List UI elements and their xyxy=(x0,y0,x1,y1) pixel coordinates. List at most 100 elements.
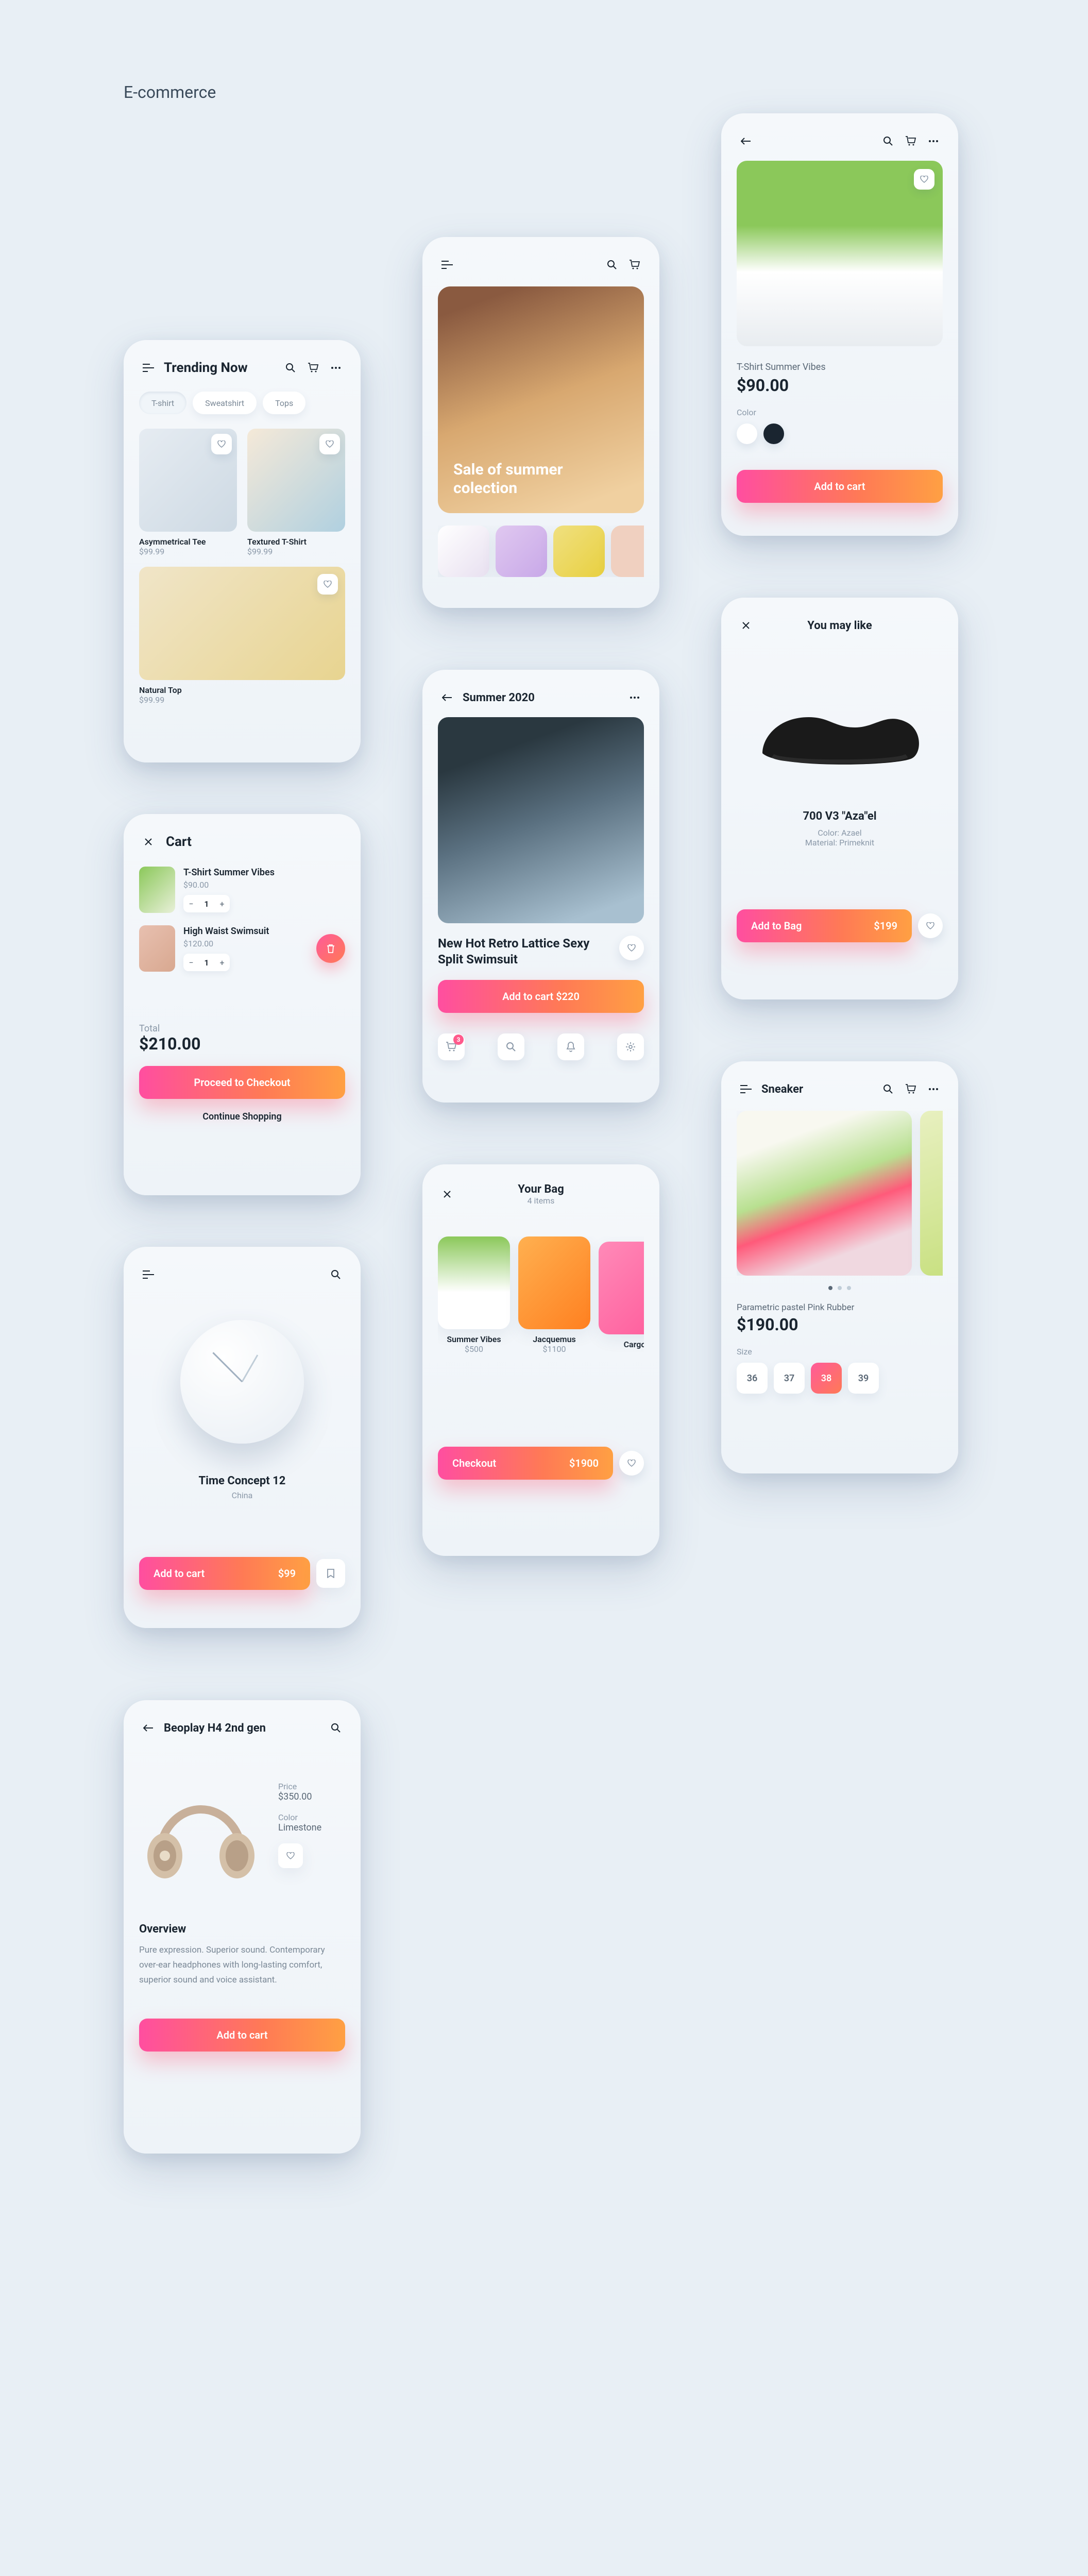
screen-trending: Trending Now T-shirt Sweatshirt Tops Asy… xyxy=(124,340,361,762)
screen-cart: Cart T-Shirt Summer Vibes $90.00 −1+ Hig… xyxy=(124,814,361,1195)
qty-plus[interactable]: + xyxy=(214,958,230,968)
item-thumb[interactable] xyxy=(139,925,175,972)
heart-button[interactable] xyxy=(619,1451,644,1476)
close-icon[interactable] xyxy=(737,616,755,635)
cart-icon[interactable] xyxy=(304,359,322,377)
nav-settings[interactable] xyxy=(617,1033,644,1060)
thumb-row xyxy=(438,526,644,577)
back-icon[interactable] xyxy=(438,688,456,707)
product-image[interactable] xyxy=(438,717,644,923)
checkout-button[interactable]: Checkout $1900 xyxy=(438,1447,613,1480)
nav-search[interactable] xyxy=(498,1033,524,1060)
thumb[interactable] xyxy=(438,526,489,577)
cart-icon[interactable] xyxy=(902,132,920,150)
heart-button[interactable] xyxy=(278,1843,303,1868)
nav-notifications[interactable] xyxy=(557,1033,584,1060)
more-icon[interactable] xyxy=(625,688,644,707)
add-to-cart-button[interactable]: Add to cart xyxy=(737,470,943,503)
close-icon[interactable] xyxy=(438,1185,456,1204)
hero-image[interactable]: Sale of summer colection xyxy=(438,286,644,513)
page-title: E-commerce xyxy=(124,82,216,102)
qty-stepper[interactable]: −1+ xyxy=(183,954,230,971)
item-name: Jacquemus xyxy=(518,1334,590,1344)
product-card[interactable]: Natural Top $99.99 xyxy=(139,567,345,705)
color-label: Color xyxy=(278,1812,345,1822)
product-title: Beoplay H4 2nd gen xyxy=(164,1722,266,1735)
heart-button[interactable] xyxy=(918,913,943,938)
size-38[interactable]: 38 xyxy=(811,1363,842,1394)
qty-minus[interactable]: − xyxy=(183,958,199,968)
dot[interactable] xyxy=(847,1286,851,1290)
size-39[interactable]: 39 xyxy=(848,1363,879,1394)
cart-icon[interactable] xyxy=(625,256,644,274)
bag-item[interactable]: Summer Vibes $500 xyxy=(438,1236,510,1354)
thumb[interactable] xyxy=(496,526,547,577)
close-icon[interactable] xyxy=(139,833,158,851)
chip-tshirt[interactable]: T-shirt xyxy=(139,392,186,414)
more-icon[interactable] xyxy=(924,1080,943,1098)
chip-sweatshirt[interactable]: Sweatshirt xyxy=(193,392,257,414)
bag-item[interactable]: Cargo xyxy=(599,1242,644,1349)
screen-bag: Your Bag 4 items Summer Vibes $500 Jacqu… xyxy=(422,1164,659,1556)
menu-icon[interactable] xyxy=(139,1265,158,1284)
size-36[interactable]: 36 xyxy=(737,1363,768,1394)
thumb[interactable] xyxy=(553,526,605,577)
price-value: $350.00 xyxy=(278,1791,345,1802)
menu-icon[interactable] xyxy=(438,256,456,274)
product-card[interactable]: Textured T-Shirt $99.99 xyxy=(247,429,345,556)
cart-item: High Waist Swimsuit $120.00 −1+ xyxy=(139,925,345,972)
menu-icon[interactable] xyxy=(737,1080,755,1098)
search-icon[interactable] xyxy=(879,1080,897,1098)
bottom-nav: 3 xyxy=(438,1033,644,1060)
cart-badge: 3 xyxy=(453,1035,464,1045)
heart-icon[interactable] xyxy=(317,574,338,595)
qty-plus[interactable]: + xyxy=(214,899,230,909)
product-card[interactable]: Asymmetrical Tee $99.99 xyxy=(139,429,237,556)
heart-icon[interactable] xyxy=(914,169,934,190)
heart-icon[interactable] xyxy=(319,434,340,454)
swatch-black[interactable] xyxy=(763,423,784,444)
add-to-cart-button[interactable]: Add to cart xyxy=(139,2019,345,2052)
add-to-cart-button[interactable]: Add to cart $99 xyxy=(139,1557,310,1590)
bag-item[interactable]: Jacquemus $1100 xyxy=(518,1236,590,1354)
thumb[interactable] xyxy=(611,526,644,577)
product-image[interactable] xyxy=(737,161,943,346)
like-title: You may like xyxy=(807,619,872,632)
product-name: Asymmetrical Tee xyxy=(139,537,237,547)
product-info: Time Concept 12 China xyxy=(139,1475,345,1500)
search-icon[interactable] xyxy=(879,132,897,150)
product-carousel[interactable] xyxy=(737,1111,943,1276)
dot[interactable] xyxy=(828,1286,832,1290)
back-icon[interactable] xyxy=(737,132,755,150)
add-to-bag-button[interactable]: Add to Bag $199 xyxy=(737,909,912,942)
product-name: Textured T-Shirt xyxy=(247,537,345,547)
search-icon[interactable] xyxy=(603,256,621,274)
more-icon[interactable] xyxy=(327,359,345,377)
checkout-button[interactable]: Proceed to Checkout xyxy=(139,1066,345,1099)
add-to-cart-button[interactable]: Add to cart $220 xyxy=(438,980,644,1013)
product-price: $99.99 xyxy=(139,695,345,705)
bag-title: Your Bag xyxy=(518,1183,564,1196)
menu-icon[interactable] xyxy=(139,359,158,377)
product-color: Color: Azael xyxy=(737,828,943,838)
search-icon[interactable] xyxy=(281,359,300,377)
continue-shopping-link[interactable]: Continue Shopping xyxy=(139,1111,345,1122)
delete-button[interactable] xyxy=(316,934,345,963)
qty-stepper[interactable]: −1+ xyxy=(183,895,230,912)
search-icon[interactable] xyxy=(327,1719,345,1737)
heart-icon[interactable] xyxy=(211,434,232,454)
search-icon[interactable] xyxy=(327,1265,345,1284)
nav-cart[interactable]: 3 xyxy=(438,1033,465,1060)
item-thumb[interactable] xyxy=(139,867,175,913)
bookmark-button[interactable] xyxy=(316,1559,345,1588)
size-37[interactable]: 37 xyxy=(774,1363,805,1394)
dot[interactable] xyxy=(838,1286,842,1290)
qty-minus[interactable]: − xyxy=(183,899,199,909)
heart-button[interactable] xyxy=(619,936,644,960)
back-icon[interactable] xyxy=(139,1719,158,1737)
swatch-white[interactable] xyxy=(737,423,757,444)
more-icon[interactable] xyxy=(924,132,943,150)
cart-icon[interactable] xyxy=(902,1080,920,1098)
chip-tops[interactable]: Tops xyxy=(263,392,305,414)
overview-text: Pure expression. Superior sound. Contemp… xyxy=(139,1943,345,1988)
